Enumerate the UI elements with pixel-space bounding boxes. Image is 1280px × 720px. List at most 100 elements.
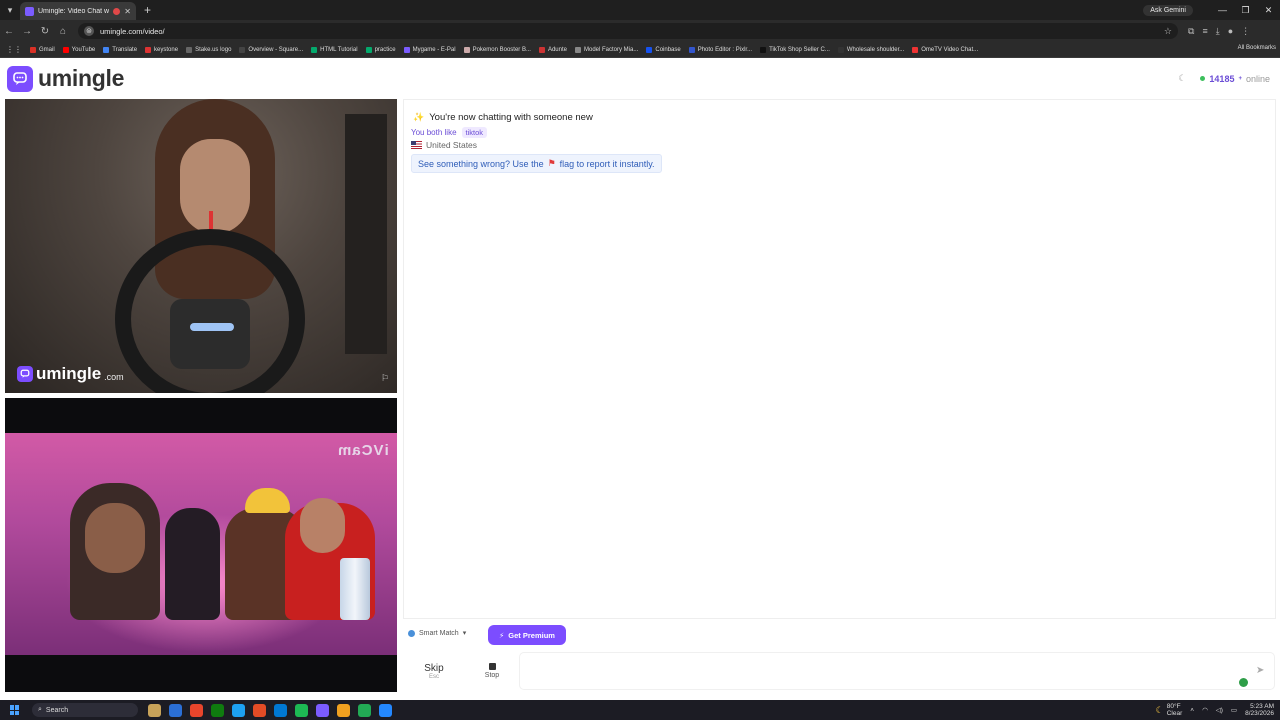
taskbar-app-icon[interactable] bbox=[337, 703, 350, 717]
watermark-logo-icon bbox=[17, 366, 33, 382]
taskbar-app-icon[interactable] bbox=[274, 703, 287, 717]
media-icon[interactable]: ≡ bbox=[1202, 26, 1207, 37]
site-logo[interactable]: umingle bbox=[7, 65, 124, 92]
taskbar-app-icon[interactable] bbox=[190, 703, 203, 717]
volume-icon[interactable]: ◁) bbox=[1216, 706, 1223, 714]
all-bookmarks-button[interactable]: All Bookmarks bbox=[1231, 45, 1276, 51]
back-button[interactable]: ← bbox=[0, 26, 18, 37]
bookmark-item[interactable]: HTML Tutorial bbox=[311, 46, 358, 53]
stop-icon bbox=[488, 663, 496, 670]
weather-widget[interactable]: ☾ 80°F Clear bbox=[1156, 703, 1183, 717]
skip-button[interactable]: Skip Esc bbox=[404, 652, 464, 690]
omnibox[interactable]: ⊜ umingle.com/video/ ☆ bbox=[78, 23, 1178, 39]
report-flag-icon[interactable]: ⚐ bbox=[381, 373, 389, 384]
url-text[interactable]: umingle.com/video/ bbox=[100, 27, 1158, 36]
taskbar-app-icon[interactable] bbox=[358, 703, 371, 717]
dark-mode-toggle-icon[interactable]: ☾ bbox=[1178, 73, 1186, 84]
bookmark-favicon-icon bbox=[688, 46, 695, 53]
ask-gemini-button[interactable]: Ask Gemini bbox=[1143, 4, 1193, 16]
reload-button[interactable]: ↻ bbox=[36, 26, 54, 37]
tray-chevron-icon[interactable]: ˄ bbox=[1190, 707, 1194, 714]
forward-button[interactable]: → bbox=[18, 26, 36, 37]
grammarly-icon[interactable] bbox=[1239, 678, 1248, 687]
address-toolbar: ← → ↻ ⌂ ⊜ umingle.com/video/ ☆ ⧉ ≡ ⤓ ● ⋮ bbox=[0, 20, 1280, 42]
bookmark-favicon-icon bbox=[463, 46, 470, 53]
taskbar-app-icon[interactable] bbox=[316, 703, 329, 717]
recording-indicator-icon bbox=[113, 7, 121, 15]
browser-tab[interactable]: Umingle: Video Chat with S ✕ bbox=[20, 2, 136, 20]
menu-icon[interactable]: ⋮ bbox=[1241, 26, 1250, 37]
online-count: 14185 bbox=[1209, 73, 1235, 84]
online-plus: + bbox=[1238, 75, 1242, 82]
bookmark-favicon-icon bbox=[646, 46, 653, 53]
bookmark-item[interactable]: YouTube bbox=[62, 46, 95, 53]
bookmark-star-icon[interactable]: ☆ bbox=[1164, 26, 1172, 37]
bookmark-item[interactable]: Coinbase bbox=[646, 46, 681, 53]
get-premium-button[interactable]: ⚡ Get Premium bbox=[488, 625, 566, 645]
restore-button[interactable]: ❐ bbox=[1234, 5, 1257, 16]
stranger-country: United States bbox=[411, 140, 477, 150]
message-input[interactable] bbox=[519, 652, 1275, 690]
smart-match-dropdown[interactable]: Smart Match ▾ bbox=[408, 629, 466, 637]
video-watermark: umingle .com bbox=[17, 364, 124, 384]
taskbar-app-icon[interactable] bbox=[232, 703, 245, 717]
wifi-icon[interactable]: ◠ bbox=[1202, 706, 1208, 714]
red-flag-icon: ⚑ bbox=[547, 158, 556, 168]
windows-start-icon[interactable] bbox=[10, 705, 20, 715]
bookmark-favicon-icon bbox=[145, 46, 152, 53]
close-window-button[interactable]: ✕ bbox=[1257, 5, 1280, 16]
bookmark-item[interactable]: Stake.us logo bbox=[186, 46, 231, 53]
taskbar-app-icon[interactable] bbox=[253, 703, 266, 717]
apps-grid-icon[interactable]: ⋮⋮ bbox=[6, 45, 22, 54]
window-controls: Ask Gemini — ❐ ✕ bbox=[1143, 0, 1280, 20]
chat-bubble-logo-icon bbox=[7, 65, 33, 92]
bookmark-item[interactable]: Wholesale shoulder... bbox=[837, 46, 904, 53]
online-counter: ☾ 14185 + online bbox=[1178, 73, 1270, 84]
bookmark-favicon-icon bbox=[30, 46, 36, 53]
stop-button[interactable]: Stop bbox=[471, 652, 513, 690]
bookmark-item[interactable]: TikTok Shop Seller C... bbox=[760, 46, 830, 53]
bookmark-item[interactable]: Translate bbox=[103, 46, 137, 53]
bookmark-item[interactable]: Mygame - E-Pal bbox=[403, 46, 456, 53]
toolbar-actions: ⧉ ≡ ⤓ ● ⋮ bbox=[1188, 26, 1250, 37]
tab-close-icon[interactable]: ✕ bbox=[124, 7, 131, 16]
bookmark-item[interactable]: Adunte bbox=[538, 46, 567, 53]
tab-title: Umingle: Video Chat with S bbox=[38, 7, 110, 15]
taskbar-search[interactable]: ⌕ Search bbox=[32, 703, 138, 717]
bookmark-item[interactable]: Overview - Square... bbox=[239, 46, 303, 53]
taskbar-app-icon[interactable] bbox=[148, 703, 161, 717]
bookmark-item[interactable]: Pokemon Booster B... bbox=[463, 46, 531, 53]
battery-icon[interactable]: ▭ bbox=[1231, 706, 1237, 714]
clock[interactable]: 5:23 AM 8/23/2026 bbox=[1245, 703, 1274, 717]
self-video: iVCam bbox=[5, 398, 397, 692]
bookmark-item[interactable]: keystone bbox=[145, 46, 178, 53]
send-icon[interactable]: ➤ bbox=[1256, 665, 1264, 676]
interest-tag: tiktok bbox=[461, 127, 488, 138]
new-tab-button[interactable]: + bbox=[144, 3, 151, 17]
sparkle-icon: ✨ bbox=[413, 112, 425, 122]
bookmark-item[interactable]: OmeTV Video Chat... bbox=[912, 46, 978, 53]
minimize-button[interactable]: — bbox=[1211, 5, 1234, 15]
browser-tabbar: ▾ Umingle: Video Chat with S ✕ + Ask Gem… bbox=[0, 0, 1280, 20]
bookmark-item[interactable]: Gmail bbox=[30, 46, 55, 53]
taskbar-app-icon[interactable] bbox=[295, 703, 308, 717]
site-info-icon[interactable]: ⊜ bbox=[84, 26, 94, 36]
downloads-icon[interactable]: ⤓ bbox=[1216, 26, 1220, 37]
bookmark-item[interactable]: Photo Editor : Pixlr... bbox=[688, 46, 752, 53]
search-icon: ⌕ bbox=[38, 706, 42, 713]
extensions-icon[interactable]: ⧉ bbox=[1188, 26, 1194, 37]
bookmark-favicon-icon bbox=[575, 46, 581, 53]
taskbar-app-icon[interactable] bbox=[169, 703, 182, 717]
profile-icon[interactable]: ● bbox=[1228, 26, 1233, 37]
taskbar-app-icon[interactable] bbox=[211, 703, 224, 717]
online-status-icon bbox=[1200, 76, 1206, 81]
taskbar-app-icon[interactable] bbox=[379, 703, 392, 717]
bookmark-favicon-icon bbox=[760, 46, 767, 53]
home-button[interactable]: ⌂ bbox=[54, 26, 72, 37]
bookmark-favicon-icon bbox=[311, 46, 318, 53]
bookmark-item[interactable]: practice bbox=[365, 46, 396, 53]
bookmark-favicon-icon bbox=[837, 46, 844, 53]
bookmark-item[interactable]: Model Factory Mia... bbox=[575, 46, 638, 53]
tab-search-icon[interactable]: ▾ bbox=[0, 0, 20, 20]
us-flag-icon bbox=[411, 141, 422, 149]
